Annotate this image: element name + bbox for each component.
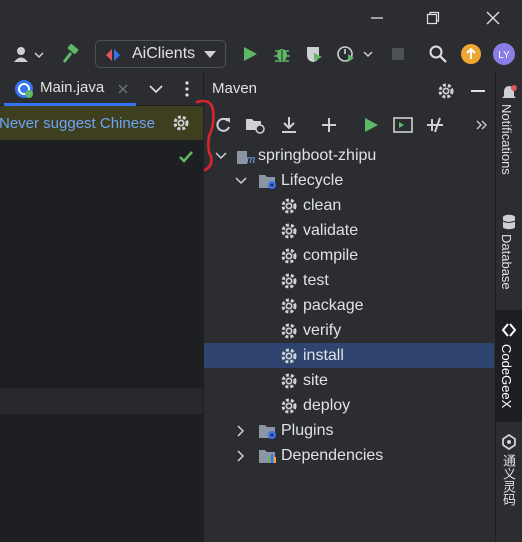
run-config-selector[interactable]: AiClients xyxy=(95,40,226,68)
avatar[interactable]: LY xyxy=(490,41,518,67)
tree-lifecycle-label: Lifecycle xyxy=(281,171,344,189)
hammer-icon[interactable] xyxy=(58,41,84,67)
chevron-right-icon[interactable] xyxy=(234,424,248,438)
title-bar xyxy=(0,0,522,36)
codegeex-icon[interactable] xyxy=(501,322,517,342)
lifecycle-folder-icon xyxy=(259,175,276,189)
database-tab[interactable]: Database xyxy=(499,234,514,290)
editor-notification-banner: Never suggest Chinese xyxy=(0,106,203,140)
minimize-icon[interactable] xyxy=(362,6,392,30)
tree-item-verify[interactable]: verify xyxy=(204,318,494,343)
tongyi-tab[interactable]: 通义灵码 xyxy=(499,454,518,506)
run-icon[interactable] xyxy=(358,112,384,138)
tree-item-dependencies[interactable]: Dependencies xyxy=(204,443,494,468)
tree-goal-label: verify xyxy=(303,321,342,339)
gear-icon[interactable] xyxy=(436,78,456,104)
svg-text:m: m xyxy=(246,151,255,166)
codegeex-tab[interactable]: CodeGeeX xyxy=(499,344,514,408)
tree-goal-label: test xyxy=(303,271,329,289)
tree-item-test[interactable]: test xyxy=(204,268,494,293)
profiler-icon[interactable] xyxy=(334,41,376,67)
add-project-icon[interactable] xyxy=(242,112,268,138)
stop-icon[interactable] xyxy=(386,41,410,67)
dependencies-folder-icon xyxy=(259,450,276,463)
tree-dependencies-label: Dependencies xyxy=(281,446,384,464)
java-file-icon xyxy=(15,80,33,98)
tree-item-lifecycle[interactable]: Lifecycle xyxy=(204,168,494,193)
tree-item-package[interactable]: package xyxy=(204,293,494,318)
notifications-icon[interactable] xyxy=(501,84,517,104)
maven-title: Maven xyxy=(212,80,258,97)
gear-icon xyxy=(281,198,297,214)
tree-item-validate[interactable]: validate xyxy=(204,218,494,243)
tabs-dropdown-icon[interactable] xyxy=(146,76,166,102)
tree-item-deploy[interactable]: deploy xyxy=(204,393,494,418)
tree-goal-label: clean xyxy=(303,196,342,214)
coverage-icon[interactable] xyxy=(302,41,326,67)
terminal-icon[interactable] xyxy=(390,112,416,138)
tree-goal-label: install xyxy=(303,346,344,364)
run-config-label: AiClients xyxy=(132,45,196,62)
editor-tab-bar: Main.java xyxy=(0,72,203,106)
tree-item-site[interactable]: site xyxy=(204,368,494,393)
avatar-initials: LY xyxy=(498,50,510,61)
tree-item-install[interactable]: install xyxy=(204,343,494,368)
hide-icon[interactable] xyxy=(468,78,488,104)
database-icon[interactable] xyxy=(501,214,517,234)
restore-icon[interactable] xyxy=(418,6,448,30)
notifications-tab[interactable]: Notifications xyxy=(499,104,514,175)
close-tab-icon[interactable] xyxy=(118,84,128,94)
gear-icon xyxy=(281,348,297,364)
tree-goal-label: package xyxy=(303,296,364,314)
close-icon[interactable] xyxy=(478,6,508,30)
tree-item-compile[interactable]: compile xyxy=(204,243,494,268)
gear-icon xyxy=(281,373,297,389)
config-icon xyxy=(106,49,120,61)
chevron-down-icon xyxy=(204,51,216,58)
update-icon[interactable] xyxy=(458,41,484,67)
tab-label: Main.java xyxy=(40,79,105,96)
chevron-down-icon[interactable] xyxy=(234,174,248,188)
search-icon[interactable] xyxy=(426,41,450,67)
tree-goal-label: site xyxy=(303,371,328,389)
tab-main-java[interactable]: Main.java xyxy=(4,72,136,106)
editor-area[interactable] xyxy=(0,72,203,542)
gear-icon xyxy=(281,223,297,239)
tree-goal-label: deploy xyxy=(303,396,351,414)
tree-project-label: springboot-zhipu xyxy=(258,146,377,164)
chevron-down-icon[interactable] xyxy=(214,149,228,163)
more-icon[interactable] xyxy=(472,112,492,138)
maven-project-icon: m xyxy=(237,151,255,166)
gear-icon xyxy=(281,398,297,414)
plugins-folder-icon xyxy=(259,425,276,439)
download-icon[interactable] xyxy=(276,112,302,138)
gear-icon xyxy=(281,323,297,339)
chevron-right-icon[interactable] xyxy=(234,449,248,463)
tree-item-plugins[interactable]: Plugins xyxy=(204,418,494,443)
no-problems-check-icon xyxy=(179,151,193,163)
tongyi-icon[interactable] xyxy=(501,433,517,454)
gear-icon xyxy=(281,248,297,264)
tree-item-clean[interactable]: clean xyxy=(204,193,494,218)
skip-tests-icon[interactable] xyxy=(422,112,448,138)
run-icon[interactable] xyxy=(238,41,262,67)
editor-current-line xyxy=(0,388,203,414)
tree-goal-label: compile xyxy=(303,246,359,264)
plus-icon[interactable] xyxy=(316,112,342,138)
user-icon[interactable] xyxy=(10,41,46,67)
maven-toolbar xyxy=(204,108,495,142)
debug-icon[interactable] xyxy=(270,41,294,67)
gear-icon xyxy=(281,298,297,314)
tree-goal-label: validate xyxy=(303,221,359,239)
gear-icon[interactable] xyxy=(172,114,190,132)
tree-plugins-label: Plugins xyxy=(281,421,334,439)
tree-item-project[interactable]: m springboot-zhipu xyxy=(204,143,494,168)
gear-icon xyxy=(281,273,297,289)
banner-link[interactable]: Never suggest Chinese xyxy=(0,115,155,132)
